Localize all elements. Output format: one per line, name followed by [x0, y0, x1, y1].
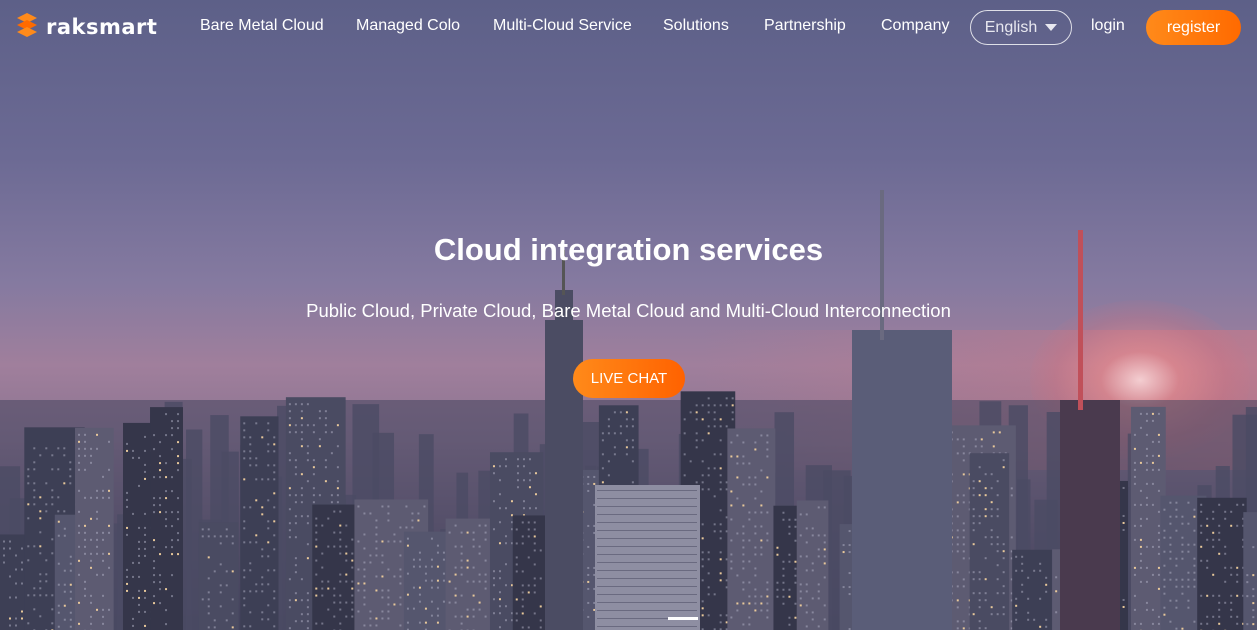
nav-solutions[interactable]: Solutions — [663, 17, 729, 35]
slide-indicator-active[interactable] — [668, 617, 698, 620]
nav-company[interactable]: Company — [881, 17, 949, 35]
login-link[interactable]: login — [1091, 17, 1125, 35]
top-navigation: raksmart Bare Metal Cloud Managed Colo M… — [0, 0, 1257, 55]
nav-multi-cloud-service[interactable]: Multi-Cloud Service — [493, 17, 632, 35]
raksmart-logo-icon — [17, 13, 37, 37]
nav-partnership[interactable]: Partnership — [764, 17, 846, 35]
hero-title: Cloud integration services — [433, 232, 824, 267]
language-select[interactable]: English — [970, 10, 1072, 45]
nav-bare-metal-cloud[interactable]: Bare Metal Cloud — [200, 17, 324, 35]
logo[interactable]: raksmart — [14, 12, 157, 42]
chevron-down-icon — [1045, 24, 1058, 31]
nav-managed-colo[interactable]: Managed Colo — [356, 17, 460, 35]
language-label: English — [984, 18, 1038, 36]
register-button[interactable]: register — [1146, 10, 1241, 45]
live-chat-button[interactable]: LIVE CHAT — [573, 359, 685, 398]
brand-name: raksmart — [46, 15, 158, 39]
hero-subtitle: Public Cloud, Private Cloud, Bare Metal … — [306, 300, 951, 321]
